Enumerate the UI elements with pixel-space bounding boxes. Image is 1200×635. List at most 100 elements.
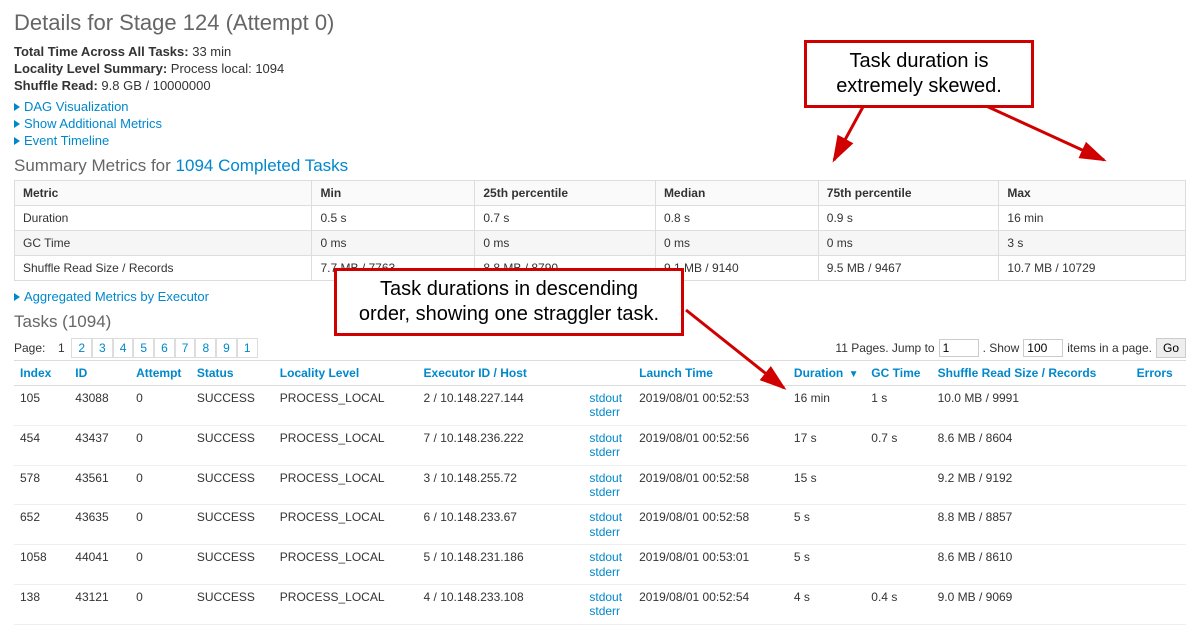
cell-logs: stdoutstderr xyxy=(583,505,633,545)
cell-attempt: 0 xyxy=(130,425,191,465)
cell-duration: 5 s xyxy=(788,545,865,585)
caret-right-icon xyxy=(14,103,20,111)
cell-gc: 0.7 s xyxy=(865,425,931,465)
show-text-a: . Show xyxy=(983,341,1020,355)
cell-index: 1058 xyxy=(14,545,69,585)
cell-executor: 7 / 10.148.236.222 xyxy=(418,425,584,465)
completed-tasks-link[interactable]: 1094 Completed Tasks xyxy=(176,156,349,175)
page-button[interactable]: 7 xyxy=(175,338,196,358)
cell-shuffle: 8.6 MB / 8604 xyxy=(932,425,1131,465)
col-duration-label: Duration xyxy=(794,366,843,380)
summary-shuffle-read-label: Shuffle Read: xyxy=(14,78,98,93)
metrics-header: Median xyxy=(655,181,818,206)
cell-errors xyxy=(1131,386,1186,426)
caret-right-icon xyxy=(14,293,20,301)
cell-id: 43635 xyxy=(69,505,130,545)
additional-metrics-toggle[interactable]: Show Additional Metrics xyxy=(14,116,1186,131)
col-gc[interactable]: GC Time xyxy=(865,361,931,386)
cell-locality: PROCESS_LOCAL xyxy=(274,425,418,465)
cell-errors xyxy=(1131,465,1186,505)
cell-attempt: 0 xyxy=(130,505,191,545)
summary-metrics-table: MetricMin25th percentileMedian75th perce… xyxy=(14,180,1186,281)
cell-executor: 5 / 10.148.231.186 xyxy=(418,545,584,585)
items-per-page-input[interactable] xyxy=(1023,339,1063,357)
cell-gc xyxy=(865,545,931,585)
page-button[interactable]: 9 xyxy=(216,338,237,358)
cell-logs: stdoutstderr xyxy=(583,584,633,624)
stderr-link[interactable]: stderr xyxy=(589,445,627,459)
cell-id: 43561 xyxy=(69,465,130,505)
tasks-table: Index ID Attempt Status Locality Level E… xyxy=(14,360,1186,625)
col-locality[interactable]: Locality Level xyxy=(274,361,418,386)
stdout-link[interactable]: stdout xyxy=(589,550,627,564)
show-text-b: items in a page. xyxy=(1067,341,1152,355)
stderr-link[interactable]: stderr xyxy=(589,565,627,579)
page-button[interactable]: 1 xyxy=(51,339,71,357)
col-attempt[interactable]: Attempt xyxy=(130,361,191,386)
cell-gc: 0.4 s xyxy=(865,584,931,624)
page-button[interactable]: 4 xyxy=(113,338,134,358)
cell-status: SUCCESS xyxy=(191,505,274,545)
col-status[interactable]: Status xyxy=(191,361,274,386)
page-button[interactable]: 6 xyxy=(154,338,175,358)
cell-id: 43437 xyxy=(69,425,130,465)
cell-gc xyxy=(865,505,931,545)
col-executor[interactable]: Executor ID / Host xyxy=(418,361,584,386)
annotation-skewed-duration: Task duration is extremely skewed. xyxy=(804,40,1034,108)
page-button[interactable]: 1 xyxy=(237,338,258,358)
cell-errors xyxy=(1131,425,1186,465)
task-row: 578435610SUCCESSPROCESS_LOCAL3 / 10.148.… xyxy=(14,465,1186,505)
cell-launch: 2019/08/01 00:52:58 xyxy=(633,505,788,545)
cell-shuffle: 9.2 MB / 9192 xyxy=(932,465,1131,505)
page-button[interactable]: 8 xyxy=(195,338,216,358)
go-button[interactable]: Go xyxy=(1156,338,1186,358)
stdout-link[interactable]: stdout xyxy=(589,510,627,524)
page-button[interactable]: 3 xyxy=(92,338,113,358)
metrics-cell: 0 ms xyxy=(818,231,999,256)
page-button[interactable]: 2 xyxy=(71,338,92,358)
stderr-link[interactable]: stderr xyxy=(589,525,627,539)
caret-right-icon xyxy=(14,137,20,145)
stdout-link[interactable]: stdout xyxy=(589,391,627,405)
summary-total-time-value: 33 min xyxy=(192,44,231,59)
metrics-header: Max xyxy=(999,181,1186,206)
cell-launch: 2019/08/01 00:52:53 xyxy=(633,386,788,426)
cell-executor: 6 / 10.148.233.67 xyxy=(418,505,584,545)
col-shuffle[interactable]: Shuffle Read Size / Records xyxy=(932,361,1131,386)
cell-gc xyxy=(865,465,931,505)
cell-executor: 2 / 10.148.227.144 xyxy=(418,386,584,426)
stderr-link[interactable]: stderr xyxy=(589,405,627,419)
cell-launch: 2019/08/01 00:52:54 xyxy=(633,584,788,624)
page-title: Details for Stage 124 (Attempt 0) xyxy=(14,10,1186,36)
stderr-link[interactable]: stderr xyxy=(589,485,627,499)
cell-errors xyxy=(1131,545,1186,585)
page-button[interactable]: 5 xyxy=(133,338,154,358)
col-index[interactable]: Index xyxy=(14,361,69,386)
metrics-header: Metric xyxy=(15,181,312,206)
metrics-header: 25th percentile xyxy=(475,181,656,206)
cell-locality: PROCESS_LOCAL xyxy=(274,545,418,585)
metrics-cell: GC Time xyxy=(15,231,312,256)
paginator-right: 11 Pages. Jump to . Show items in a page… xyxy=(835,338,1186,358)
cell-launch: 2019/08/01 00:52:56 xyxy=(633,425,788,465)
col-errors[interactable]: Errors xyxy=(1131,361,1186,386)
jump-to-input[interactable] xyxy=(939,339,979,357)
metrics-cell: 0.8 s xyxy=(655,206,818,231)
cell-attempt: 0 xyxy=(130,465,191,505)
col-duration[interactable]: Duration ▼ xyxy=(788,361,865,386)
stdout-link[interactable]: stdout xyxy=(589,471,627,485)
cell-launch: 2019/08/01 00:53:01 xyxy=(633,545,788,585)
cell-gc: 1 s xyxy=(865,386,931,426)
cell-status: SUCCESS xyxy=(191,584,274,624)
stderr-link[interactable]: stderr xyxy=(589,604,627,618)
col-id[interactable]: ID xyxy=(69,361,130,386)
stdout-link[interactable]: stdout xyxy=(589,590,627,604)
metrics-cell: 0 ms xyxy=(312,231,475,256)
event-timeline-toggle[interactable]: Event Timeline xyxy=(14,133,1186,148)
additional-metrics-label: Show Additional Metrics xyxy=(24,116,162,131)
page-label: Page: xyxy=(14,341,45,355)
col-launch[interactable]: Launch Time xyxy=(633,361,788,386)
cell-launch: 2019/08/01 00:52:58 xyxy=(633,465,788,505)
stdout-link[interactable]: stdout xyxy=(589,431,627,445)
cell-logs: stdoutstderr xyxy=(583,465,633,505)
